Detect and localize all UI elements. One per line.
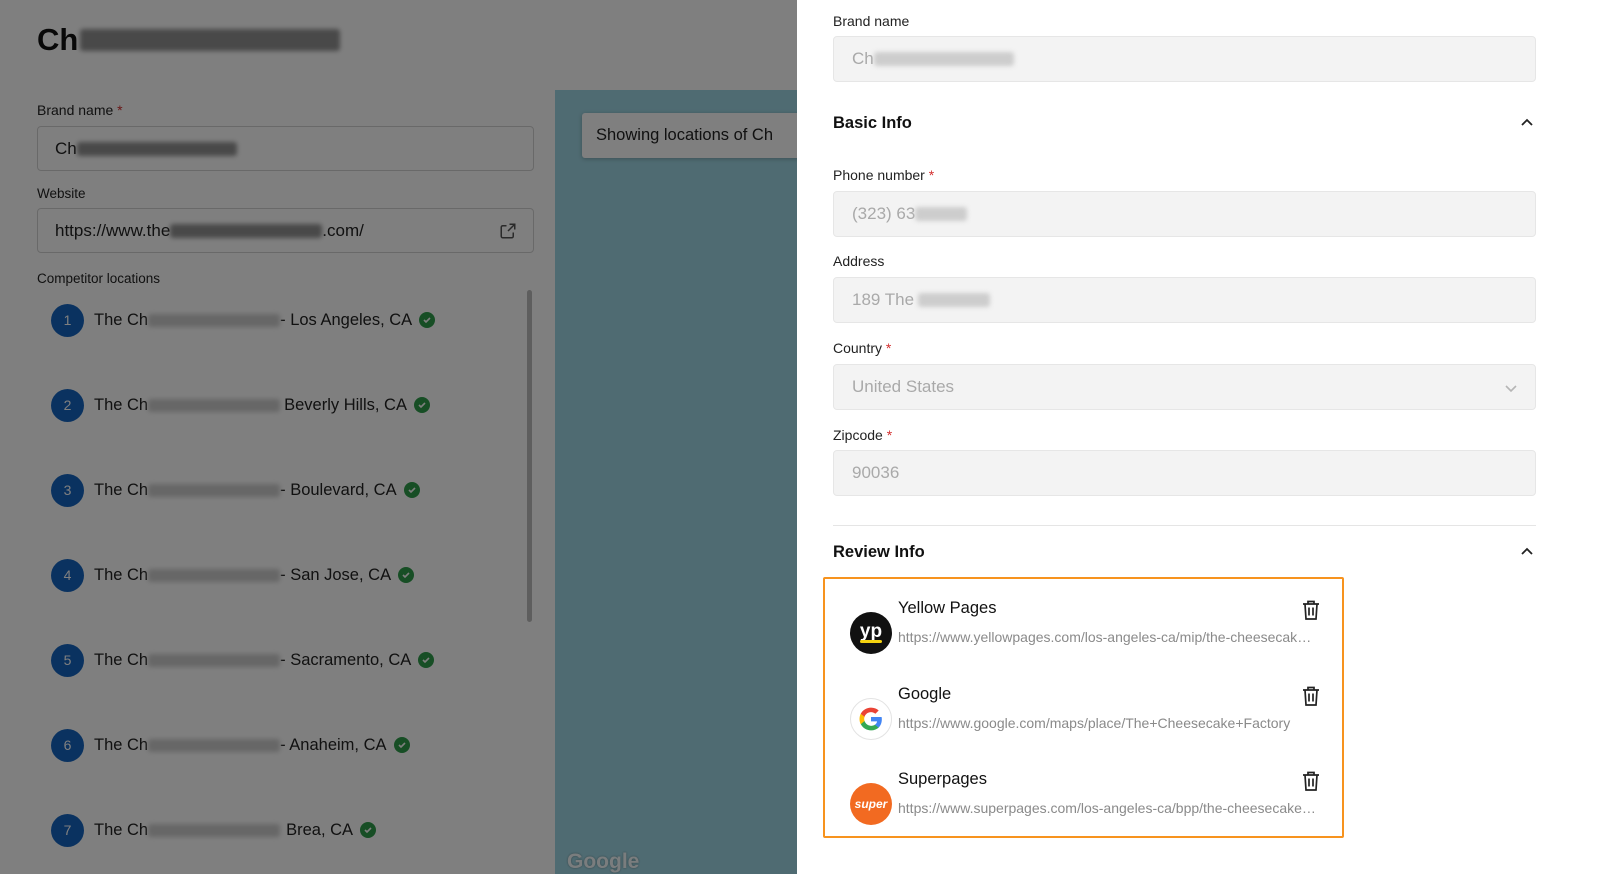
review-sources-list: yp Yellow Pages https://www.yellowpages.… — [823, 577, 1344, 838]
phone-field: (323) 63 — [833, 191, 1536, 237]
review-source-url[interactable]: https://www.google.com/maps/place/The+Ch… — [898, 715, 1318, 731]
phone-label: Phone number * — [833, 167, 935, 183]
basic-info-header[interactable]: Basic Info — [833, 114, 912, 133]
list-item: Google https://www.google.com/maps/place… — [850, 685, 1320, 745]
zipcode-field: 90036 — [833, 450, 1536, 496]
review-source-url[interactable]: https://www.superpages.com/los-angeles-c… — [898, 800, 1318, 816]
brand-name-label: Brand name — [833, 13, 910, 29]
chevron-up-icon[interactable] — [1519, 544, 1535, 560]
trash-icon[interactable] — [1301, 770, 1321, 792]
address-field: 189 The — [833, 277, 1536, 323]
review-source-name: Superpages — [898, 770, 987, 788]
address-label: Address — [833, 253, 885, 269]
zipcode-label: Zipcode * — [833, 427, 893, 443]
divider — [833, 525, 1536, 526]
list-item: yp Yellow Pages https://www.yellowpages.… — [850, 599, 1320, 659]
chevron-down-icon — [1505, 385, 1517, 393]
trash-icon[interactable] — [1301, 599, 1321, 621]
chevron-up-icon[interactable] — [1519, 115, 1535, 131]
review-source-name: Yellow Pages — [898, 599, 997, 617]
country-label: Country * — [833, 340, 892, 356]
brand-name-field: Ch — [833, 36, 1536, 82]
review-info-header[interactable]: Review Info — [833, 543, 925, 562]
redacted-text — [915, 207, 968, 221]
yp-logo-icon: yp — [850, 612, 892, 654]
modal-backdrop[interactable] — [0, 0, 797, 874]
brand-details-drawer: Brand name Ch Basic Info Phone number * … — [797, 0, 1600, 874]
list-item: super Superpages https://www.superpages.… — [850, 770, 1320, 830]
google-logo-icon — [850, 698, 892, 740]
trash-icon[interactable] — [1301, 685, 1321, 707]
country-select: United States — [833, 364, 1536, 410]
redacted-text — [873, 52, 1014, 66]
superpages-logo-icon: super — [850, 783, 892, 825]
review-source-url[interactable]: https://www.yellowpages.com/los-angeles-… — [898, 629, 1318, 645]
review-source-name: Google — [898, 685, 952, 703]
redacted-text — [918, 293, 991, 307]
